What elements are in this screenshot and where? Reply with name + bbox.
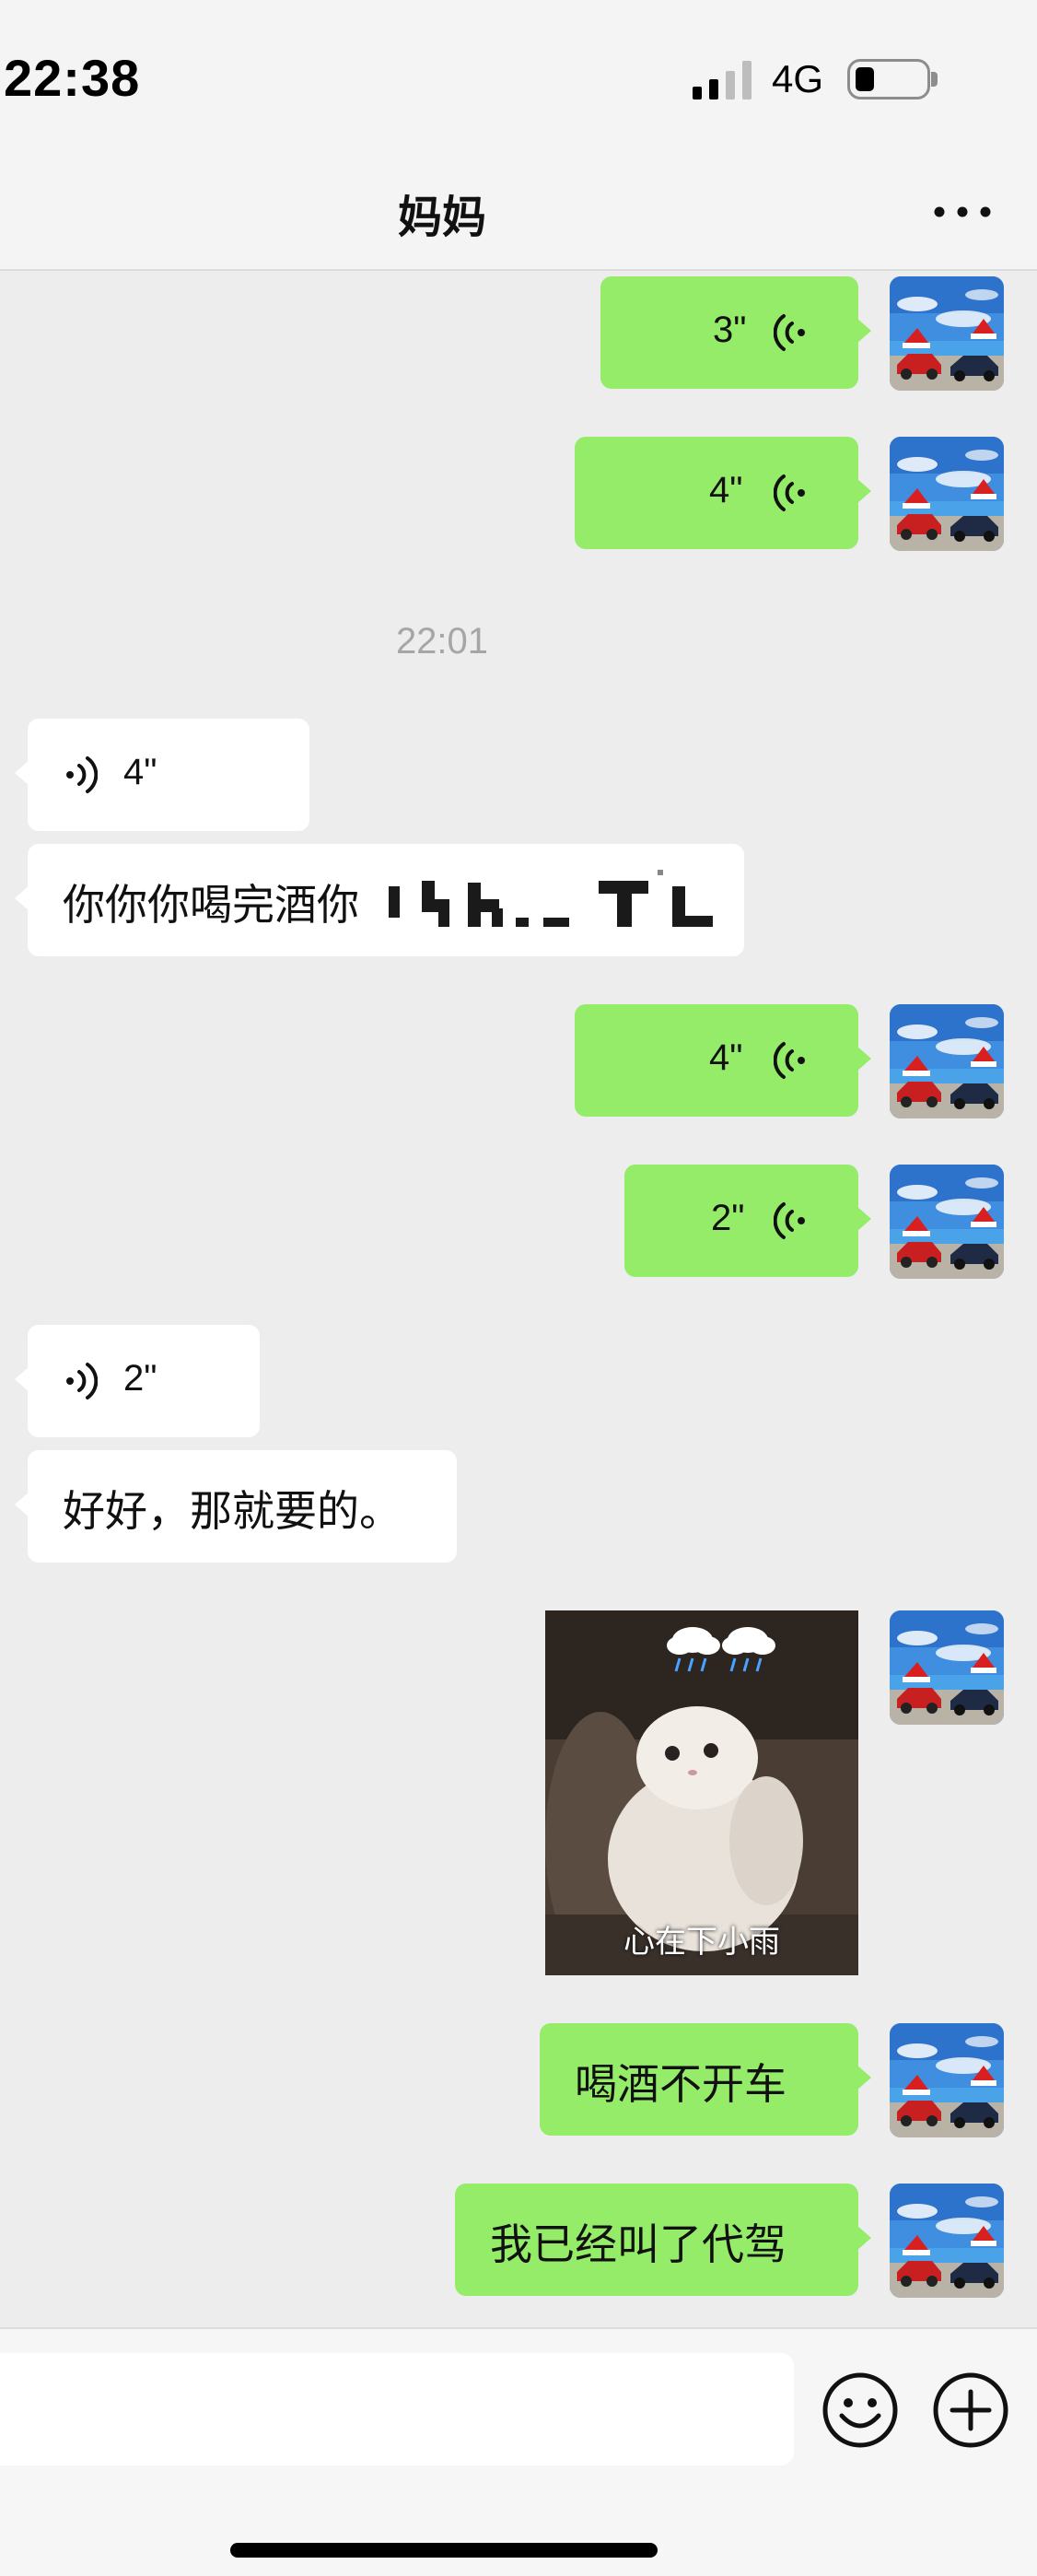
more-icon[interactable] bbox=[930, 201, 995, 223]
status-time: 22:38 bbox=[4, 49, 141, 107]
voice-duration: 4" bbox=[123, 752, 157, 792]
message-text: 好好，那就要的。 bbox=[63, 1487, 402, 1535]
text-message[interactable]: 好好，那就要的。 bbox=[15, 1450, 457, 1563]
time-divider: 22:01 bbox=[395, 621, 489, 662]
message-text: 你你你喝完酒你 bbox=[63, 881, 359, 929]
nav-bar: 妈妈 bbox=[0, 157, 1037, 271]
text-message[interactable]: 喝酒不开车 bbox=[540, 2023, 871, 2136]
chat-title: 妈妈 bbox=[397, 193, 486, 242]
voice-wave-icon bbox=[774, 1039, 810, 1082]
voice-duration: 4" bbox=[709, 470, 743, 510]
avatar[interactable] bbox=[890, 1165, 1004, 1279]
home-indicator bbox=[230, 2543, 658, 2558]
cat-sticker[interactable]: 心在下小雨 bbox=[545, 1610, 858, 1975]
avatar[interactable] bbox=[890, 2023, 1004, 2137]
avatar[interactable] bbox=[890, 1610, 1004, 1725]
voice-wave-icon bbox=[774, 1200, 810, 1242]
voice-message[interactable]: 4" bbox=[15, 719, 309, 831]
avatar[interactable] bbox=[890, 437, 1004, 551]
battery-icon bbox=[847, 59, 930, 100]
input-bar bbox=[0, 2327, 1037, 2576]
plus-icon[interactable] bbox=[930, 2370, 1011, 2451]
voice-duration: 4" bbox=[709, 1037, 743, 1078]
message-text: 我已经叫了代驾 bbox=[490, 2220, 786, 2268]
voice-message[interactable]: 3" bbox=[600, 276, 871, 389]
message-text: 喝酒不开车 bbox=[575, 2060, 786, 2108]
message-input[interactable] bbox=[0, 2353, 794, 2465]
voice-wave-icon bbox=[61, 1360, 98, 1402]
voice-wave-icon bbox=[61, 754, 98, 796]
voice-duration: 3" bbox=[713, 310, 747, 350]
text-message[interactable]: 你你你喝完酒你 bbox=[15, 844, 744, 956]
signal-icon bbox=[693, 61, 752, 100]
avatar[interactable] bbox=[890, 1004, 1004, 1118]
status-bar: 22:38 4G bbox=[0, 0, 1037, 157]
avatar[interactable] bbox=[890, 276, 1004, 391]
voice-wave-icon bbox=[774, 472, 810, 514]
voice-message[interactable]: 4" bbox=[575, 1004, 871, 1117]
voice-message[interactable]: 2" bbox=[624, 1165, 871, 1277]
network-type: 4G bbox=[772, 57, 824, 100]
sticker-caption: 心在下小雨 bbox=[623, 1925, 780, 1960]
voice-wave-icon bbox=[774, 311, 810, 354]
emoji-icon[interactable] bbox=[820, 2370, 901, 2451]
voice-message[interactable]: 4" bbox=[575, 437, 871, 549]
voice-message[interactable]: 2" bbox=[15, 1325, 260, 1437]
voice-duration: 2" bbox=[123, 1358, 157, 1399]
chat-screen: 22:38 4G 妈妈 3" 4" 22:01 4" 你你你喝完酒你 4" 2"… bbox=[0, 0, 1037, 2576]
battery-tip bbox=[931, 72, 938, 87]
text-message[interactable]: 我已经叫了代驾 bbox=[455, 2184, 871, 2296]
avatar[interactable] bbox=[890, 2184, 1004, 2298]
voice-duration: 2" bbox=[711, 1198, 745, 1238]
